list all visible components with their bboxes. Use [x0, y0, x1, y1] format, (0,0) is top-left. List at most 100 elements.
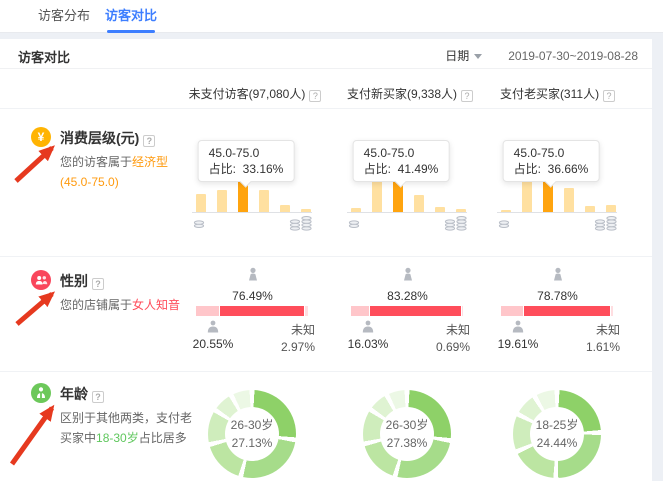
unknown-segment — [305, 306, 308, 316]
row-title-gender: 性别? — [60, 271, 104, 291]
card-header: 访客对比 日期 2019-07-30~2019-08-28 — [0, 39, 652, 69]
male-share: 19.61% — [495, 320, 541, 351]
axis-line — [192, 212, 312, 213]
help-icon[interactable]: ? — [92, 278, 104, 290]
male-icon — [361, 323, 375, 337]
desc-highlight: 18-30岁 — [96, 431, 139, 445]
row-title-text: 性别 — [60, 273, 88, 289]
bar — [217, 190, 227, 212]
male-percent: 20.55% — [190, 337, 236, 351]
row-desc-consumption: 您的访客属于经济型(45.0-75.0) — [60, 152, 192, 192]
age-bucket: 26-30岁 — [231, 416, 274, 434]
unknown-label: 未知 — [255, 322, 315, 339]
gender-chart-new-buyers[interactable]: 83.28% 16.03% 未知 0.69% — [345, 267, 470, 367]
female-percent: 83.28% — [345, 289, 470, 303]
age-share: 27.13% — [232, 434, 273, 452]
column-header-repeat-buyers: 支付老买家(311人)? — [490, 85, 625, 103]
tooltip-range: 45.0-75.0 — [209, 145, 284, 161]
row-title-age: 年龄? — [60, 384, 104, 404]
tooltip-share: 占比: 36.66% — [514, 161, 589, 177]
bar — [372, 180, 382, 212]
desc-text: 占比居多 — [139, 431, 187, 445]
age-chart-new-buyers[interactable]: 26-30岁 27.38% — [345, 386, 470, 481]
male-share: 20.55% — [190, 320, 236, 351]
male-segment — [501, 306, 523, 316]
column-header-label: 支付新买家(9,338人) — [347, 87, 457, 101]
age-chart-unpaid[interactable]: 26-30岁 27.13% — [190, 386, 315, 481]
yen-coin-icon: ¥ — [31, 127, 51, 147]
low-spend-coin-icon — [348, 215, 360, 233]
male-share: 16.03% — [345, 320, 391, 351]
bar — [414, 195, 424, 212]
date-range-value[interactable]: 2019-07-30~2019-08-28 — [508, 49, 638, 63]
share-tooltip: 45.0-75.0 占比: 33.16% — [198, 140, 295, 182]
gender-chart-repeat-buyers[interactable]: 78.78% 19.61% 未知 1.61% — [495, 267, 620, 367]
age-bucket: 18-25岁 — [536, 416, 579, 434]
help-icon[interactable]: ? — [603, 90, 615, 102]
unknown-percent: 1.61% — [560, 339, 620, 356]
female-share: 83.28% — [345, 267, 470, 303]
page-title: 访客对比 — [18, 47, 70, 66]
help-icon[interactable]: ? — [461, 90, 473, 102]
gender-stacked-bar — [501, 306, 613, 316]
bar — [564, 188, 574, 212]
female-segment — [220, 306, 304, 316]
age-bucket: 26-30岁 — [386, 416, 429, 434]
consumption-chart-new-buyers[interactable]: 45.0-75.0 占比: 41.49% — [345, 138, 470, 243]
gender-chart-unpaid[interactable]: 76.49% 20.55% 未知 2.97% — [190, 267, 315, 367]
age-chart-repeat-buyers[interactable]: 18-25岁 24.44% — [495, 386, 620, 481]
low-spend-coin-icon — [498, 215, 510, 233]
age-donut: 26-30岁 27.38% — [363, 390, 451, 478]
consumption-chart-unpaid[interactable]: 45.0-75.0 占比: 33.16% — [190, 138, 315, 243]
tab-visitor-distribution[interactable]: 访客分布 — [38, 0, 90, 33]
tooltip-range: 45.0-75.0 — [364, 145, 439, 161]
donut-center-label: 26-30岁 27.13% — [225, 407, 279, 461]
row-gender: 性别? 您的店铺属于女人知音 76.49% 20.55% 未知 2.97% — [0, 257, 652, 372]
male-percent: 16.03% — [345, 337, 391, 351]
tooltip-share: 占比: 41.49% — [364, 161, 439, 177]
donut-center-label: 18-25岁 24.44% — [530, 407, 584, 461]
people-icon — [31, 270, 51, 290]
unknown-label: 未知 — [560, 322, 620, 339]
date-dropdown[interactable]: 日期 — [445, 47, 482, 64]
unknown-share: 未知 2.97% — [255, 322, 315, 356]
row-desc-gender: 您的店铺属于女人知音 — [60, 295, 205, 315]
age-donut: 26-30岁 27.13% — [208, 390, 296, 478]
unknown-label: 未知 — [410, 322, 470, 339]
tab-bar: 访客分布 访客对比 — [0, 0, 663, 33]
page: 访客分布 访客对比 访客对比 日期 2019-07-30~2019-08-28 … — [0, 0, 663, 481]
age-share: 27.38% — [387, 434, 428, 452]
column-header-label: 支付老买家(311人) — [500, 87, 599, 101]
tab-visitor-comparison[interactable]: 访客对比 — [105, 0, 157, 33]
row-title-consumption: 消费层级(元)? — [60, 128, 155, 148]
male-segment — [351, 306, 369, 316]
female-segment — [524, 306, 611, 316]
female-icon — [400, 270, 416, 287]
male-percent: 19.61% — [495, 337, 541, 351]
donut-center-label: 26-30岁 27.38% — [380, 407, 434, 461]
consumption-chart-repeat-buyers[interactable]: 45.0-75.0 占比: 36.66% — [495, 138, 620, 243]
chevron-down-icon — [474, 54, 482, 59]
help-icon[interactable]: ? — [92, 391, 104, 403]
row-desc-age: 区别于其他两类，支付老买家中18-30岁占比居多 — [60, 408, 192, 448]
female-icon — [550, 270, 566, 287]
age-share: 24.44% — [537, 434, 578, 452]
bar — [606, 205, 616, 212]
help-icon[interactable]: ? — [309, 90, 321, 102]
row-title-text: 年龄 — [60, 386, 88, 402]
help-icon[interactable]: ? — [143, 135, 155, 147]
male-segment — [196, 306, 219, 316]
unknown-percent: 2.97% — [255, 339, 315, 356]
gender-stacked-bar — [196, 306, 308, 316]
unknown-percent: 0.69% — [410, 339, 470, 356]
bar — [259, 190, 269, 212]
row-title-text: 消费层级(元) — [60, 130, 139, 146]
axis-line — [497, 212, 617, 213]
unknown-segment — [611, 306, 613, 316]
female-share: 76.49% — [190, 267, 315, 303]
desc-highlight: 女人知音 — [132, 298, 180, 312]
bar — [280, 205, 290, 212]
female-share: 78.78% — [495, 267, 620, 303]
high-spend-coins-icon — [289, 215, 313, 236]
male-icon — [206, 323, 220, 337]
